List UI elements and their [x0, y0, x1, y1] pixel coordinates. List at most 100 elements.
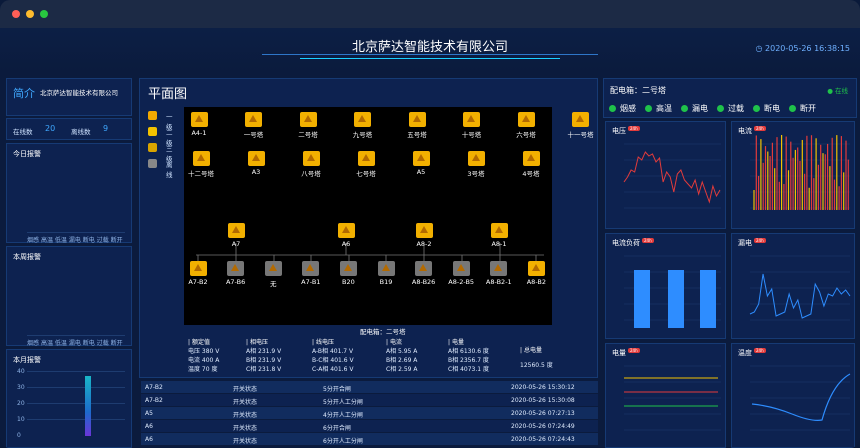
- total-block: | 总电量 12560.5 度: [520, 347, 553, 369]
- load-bar: [634, 270, 650, 328]
- minimize-dot[interactable]: [26, 10, 34, 18]
- tower-node[interactable]: A4-1: [174, 112, 224, 137]
- tower-label: A8-B2: [526, 278, 547, 286]
- line-voltage-block: | 线电压 A-B相 401.7 V B-C相 401.6 V C-A相 401.6 …: [312, 339, 354, 373]
- status-dot-icon: [645, 105, 652, 112]
- floorplan-panel: 平面图 一级 二级 三级 离线 A4-1 一号塔 二号塔 九号塔 五号塔 十号塔 六号塔 十一…: [139, 78, 598, 378]
- current-block: | 电流 A相 5.95 A B相 2.69 A C相 2.59 A: [386, 339, 418, 373]
- tower-node[interactable]: 六号塔: [501, 112, 551, 139]
- page-title: 北京萨达智能技术有限公司: [351, 40, 508, 55]
- event-cell: 6分开人工分闸: [323, 438, 363, 445]
- status-dot-icon: [717, 105, 724, 112]
- floorplan-title: 平面图: [148, 87, 188, 102]
- warning-box-icon: [227, 261, 245, 276]
- load-bar: [668, 270, 684, 328]
- tower-label: A7: [231, 240, 241, 248]
- tower-label: 十二号塔: [188, 170, 214, 178]
- online-panel: 在线数 20 离线数 9: [6, 118, 132, 140]
- week-alarm-title: 本周报警: [13, 253, 41, 261]
- warning-box-icon: [572, 112, 589, 127]
- tower-node[interactable]: 十二号塔: [176, 151, 226, 178]
- today-alarm-panel: 今日报警 烟感 高温 低温 漏电 断电 过载 断开: [6, 143, 132, 244]
- status-dot-icon: [609, 105, 616, 112]
- event-row[interactable]: A6 开关状态 6分开合闸 2020-05-26 07:24:49: [141, 420, 598, 432]
- warning-box-icon: [517, 112, 535, 127]
- alarm-overload: 过载: [717, 103, 744, 114]
- event-row[interactable]: A6 开关状态 6分开人工分闸 2020-05-26 07:24:43: [141, 433, 598, 445]
- offline-value: 9: [103, 124, 109, 133]
- tower-node[interactable]: 一号塔: [229, 112, 279, 139]
- chart-voltage: 电压 24h: [605, 121, 726, 229]
- warning-box-icon: [408, 112, 426, 127]
- tower-label: A4-1: [191, 129, 207, 137]
- warning-box-icon: [337, 223, 355, 238]
- warning-box-icon: [192, 151, 210, 166]
- title-bar: [0, 0, 860, 28]
- event-row[interactable]: A5 开关状态 4分开人工分闸 2020-05-26 07:27:13: [141, 407, 598, 419]
- alarm-disconnect: 断开: [789, 103, 816, 114]
- offline-icon: [148, 159, 157, 168]
- today-axis: 烟感 高温 低温 漏电 断电 过载 断开: [27, 237, 123, 244]
- tower-node[interactable]: A7: [211, 223, 261, 248]
- load-bar: [700, 270, 716, 328]
- warning-box-icon: [463, 112, 480, 127]
- warning-box-icon: [415, 261, 433, 276]
- status-dot-icon: [681, 105, 688, 112]
- chart-load: 电流负荷 24h: [605, 233, 726, 339]
- event-cell: 2020-05-26 07:24:43: [511, 436, 575, 443]
- week-alarm-panel: 本周报警 烟感 高温 低温 漏电 断电 过载 断开: [6, 246, 132, 347]
- tower-node[interactable]: A8-2: [399, 223, 449, 248]
- tower-node[interactable]: 4号塔: [506, 151, 556, 178]
- online-value: 20: [45, 124, 56, 133]
- warning-box-icon: [452, 261, 470, 276]
- tower-label: 八号塔: [301, 170, 321, 178]
- warning-box-icon: [354, 112, 371, 127]
- event-cell: A7-B2: [145, 397, 163, 404]
- tower-node[interactable]: 七号塔: [341, 151, 391, 178]
- tower-node[interactable]: A5: [396, 151, 446, 176]
- tower-label: 七号塔: [356, 170, 376, 178]
- tower-label: 十号塔: [461, 131, 482, 139]
- event-row[interactable]: A7-B2 开关状态 5分开人工分闸 2020-05-26 15:30:08: [141, 394, 598, 406]
- tower-node[interactable]: 3号塔: [451, 151, 501, 178]
- event-row[interactable]: A7-B2 开关状态 5分开合闸 2020-05-26 15:30:12: [141, 381, 598, 393]
- power-block: | 电量 A相 6130.6 度 B相 2356.7 度 C相 4073.1 度: [448, 339, 489, 373]
- tower-node[interactable]: A6: [321, 223, 371, 248]
- tower-node[interactable]: 五号塔: [392, 112, 442, 139]
- week-axis: 烟感 高温 低温 漏电 断电 过载 断开: [27, 340, 123, 347]
- event-cell: 开关状态: [233, 438, 258, 445]
- company-name: 北京萨达智能技术有限公司: [40, 89, 118, 97]
- tower-label: A8-2: [416, 240, 432, 248]
- tower-node[interactable]: 九号塔: [338, 112, 388, 139]
- tower-label: A3: [251, 168, 261, 176]
- warning-box-icon: [247, 151, 265, 166]
- warning-box-icon: [527, 261, 545, 276]
- tower-label: A6: [341, 240, 351, 248]
- tower-node[interactable]: A8-B2: [511, 261, 561, 286]
- online-label: 在线数: [13, 128, 33, 136]
- tower-node[interactable]: 十一号塔: [556, 112, 606, 139]
- close-dot[interactable]: [12, 10, 20, 18]
- online-status: ● 在线: [827, 87, 848, 95]
- event-cell: 2020-05-26 07:24:49: [511, 423, 575, 430]
- tower-node[interactable]: A8-1: [474, 223, 524, 248]
- tower-node[interactable]: 十号塔: [447, 112, 497, 139]
- offline-label: 离线数: [71, 128, 91, 136]
- maximize-dot[interactable]: [40, 10, 48, 18]
- datetime: ◷ 2020-05-26 16:38:15: [756, 44, 851, 53]
- temp-line: [751, 373, 851, 421]
- header-glow: [300, 58, 560, 59]
- tower-label: 五号塔: [407, 131, 427, 139]
- tower-node[interactable]: 二号塔: [283, 112, 333, 139]
- event-cell: A6: [145, 423, 153, 430]
- event-cell: 开关状态: [233, 399, 258, 406]
- alarm-leak: 漏电: [681, 103, 708, 114]
- warning-box-icon: [227, 223, 245, 238]
- today-alarm-title: 今日报警: [13, 150, 41, 158]
- warning-box-icon: [490, 223, 508, 238]
- tower-node[interactable]: 八号塔: [286, 151, 336, 178]
- alarm-smoke: 烟感: [609, 103, 636, 114]
- tower-node[interactable]: A3: [231, 151, 281, 176]
- tower-label: 九号塔: [352, 131, 373, 139]
- event-cell: 5分开合闸: [323, 386, 351, 393]
